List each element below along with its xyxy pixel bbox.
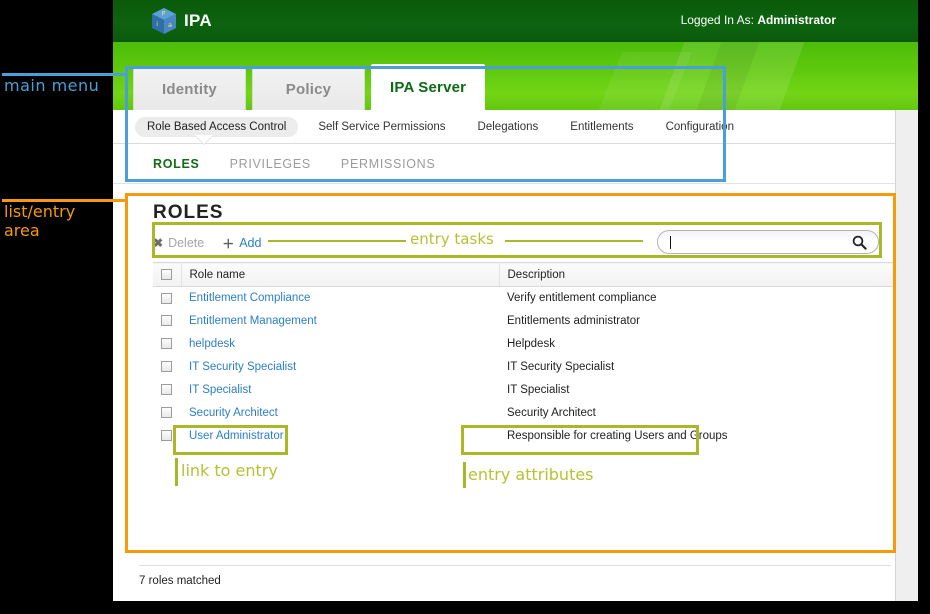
column-header-role-name[interactable]: Role name <box>181 262 500 287</box>
role-name-link[interactable]: IT Specialist <box>189 384 251 396</box>
subnav-item-role-based-access-control[interactable]: Role Based Access Control <box>135 116 299 137</box>
table-row: helpdesk Helpdesk <box>153 333 893 356</box>
content-area: Role Based Access Control Self Service P… <box>113 110 918 601</box>
row-select-cell[interactable] <box>153 379 181 402</box>
select-all-cell[interactable] <box>153 262 182 287</box>
tab-identity[interactable]: Identity <box>133 68 246 110</box>
tab-ipa-server[interactable]: IPA Server <box>371 64 486 110</box>
search-magnifier-icon[interactable] <box>852 235 867 255</box>
delete-button[interactable]: ✖ Delete <box>153 236 204 250</box>
table-row: User Administrator Responsible for creati… <box>153 425 893 448</box>
facet-permissions[interactable]: PERMISSIONS <box>341 157 436 171</box>
annotation-leader-main-menu <box>2 73 128 76</box>
row-checkbox[interactable] <box>161 292 172 304</box>
table-header-row: Role name Description <box>153 262 893 287</box>
row-select-cell[interactable] <box>153 402 181 425</box>
table-row: Entitlement Management Entitlements admin… <box>153 310 893 333</box>
subnav-item-configuration[interactable]: Configuration <box>654 117 746 137</box>
role-name-cell: IT Specialist <box>181 379 499 402</box>
svg-text:P: P <box>162 10 166 17</box>
role-name-link[interactable]: IT Security Specialist <box>189 361 296 373</box>
app-logo[interactable]: P i a IPA <box>151 7 212 35</box>
table-row: IT Security Specialist IT Security Specia… <box>153 356 893 379</box>
row-select-cell[interactable] <box>153 356 181 379</box>
facet-roles[interactable]: ROLES <box>153 157 200 171</box>
annotation-leader-list-entry-area <box>2 199 128 202</box>
subnav-selected-caret-icon <box>195 135 213 144</box>
search-text-caret <box>670 235 671 249</box>
row-checkbox[interactable] <box>161 338 172 350</box>
annotation-label-list-entry-area: list/entry area <box>4 202 75 240</box>
delete-x-icon: ✖ <box>153 236 164 250</box>
subnav-bar: Role Based Access Control Self Service P… <box>113 110 918 144</box>
table-row: IT Specialist IT Specialist <box>153 379 893 402</box>
subnav-item-self-service-permissions[interactable]: Self Service Permissions <box>306 117 457 137</box>
logged-in-label: Logged In As: <box>680 13 754 27</box>
table-row: Entitlement Compliance Verify entitlement… <box>153 287 893 310</box>
browser-window: P i a IPA Logged In As: Administrator Id… <box>113 0 918 601</box>
role-name-cell: IT Security Specialist <box>181 356 499 379</box>
add-plus-icon: ＋ <box>222 236 235 251</box>
logged-in-username[interactable]: Administrator <box>757 13 836 27</box>
select-all-checkbox[interactable] <box>161 268 172 280</box>
main-menu-tabs: Identity Policy IPA Server <box>133 58 486 110</box>
vertical-scrollbar[interactable] <box>895 110 918 601</box>
role-description-cell: Entitlements administrator <box>507 315 640 327</box>
row-select-cell[interactable] <box>153 333 181 356</box>
role-name-cell: helpdesk <box>181 333 499 356</box>
row-checkbox[interactable] <box>161 361 172 373</box>
entry-tasks-toolbar: ✖ Delete ＋ Add <box>153 228 893 258</box>
app-topbar: P i a IPA Logged In As: Administrator <box>113 0 918 42</box>
annotation-label-list-entry-line1: list/entry <box>4 202 76 221</box>
role-name-cell: User Administrator <box>181 425 499 448</box>
role-name-link[interactable]: helpdesk <box>189 338 235 350</box>
role-description-cell: IT Specialist <box>507 384 570 396</box>
role-name-cell: Entitlement Compliance <box>181 287 499 310</box>
search-input[interactable] <box>657 230 879 254</box>
add-button-label: Add <box>239 236 262 250</box>
row-select-cell[interactable] <box>153 310 181 333</box>
svg-text:i: i <box>156 20 158 28</box>
logged-in-status: Logged In As: Administrator <box>681 13 836 27</box>
app-logo-text: IPA <box>184 11 212 30</box>
subnav-item-entitlements[interactable]: Entitlements <box>558 117 645 137</box>
role-description-cell: Verify entitlement compliance <box>507 292 657 305</box>
annotation-label-main-menu: main menu <box>4 76 100 95</box>
facet-privileges[interactable]: PRIVILEGES <box>230 157 311 171</box>
role-name-link[interactable]: User Administrator <box>189 430 284 442</box>
role-name-cell: Entitlement Management <box>181 310 499 333</box>
delete-button-label: Delete <box>168 236 205 250</box>
role-description-cell: Security Architect <box>507 407 596 419</box>
role-description-cell: IT Security Specialist <box>507 361 615 373</box>
row-select-cell[interactable] <box>153 425 181 448</box>
row-select-cell[interactable] <box>153 287 181 310</box>
annotation-label-list-entry-line2: area <box>4 221 40 240</box>
subnav-item-delegations[interactable]: Delegations <box>466 117 551 137</box>
roles-table: Role name Description Entitlement Compli… <box>153 262 893 448</box>
table-row: Security Architect Security Architect <box>153 402 893 425</box>
column-header-description[interactable]: Description <box>499 262 893 287</box>
role-description-cell: Responsible for creating Users and Group… <box>507 430 728 442</box>
svg-text:a: a <box>168 21 172 29</box>
footer-separator <box>139 565 891 566</box>
status-count: 7 roles matched <box>139 575 221 587</box>
page-title: ROLES <box>153 202 224 223</box>
ipa-cube-logo-icon: P i a <box>151 7 177 35</box>
table-body: Entitlement Compliance Verify entitlement… <box>153 287 893 448</box>
tab-policy[interactable]: Policy <box>252 68 365 110</box>
add-button[interactable]: ＋ Add <box>222 235 261 252</box>
row-checkbox[interactable] <box>161 384 172 396</box>
role-description-cell: Helpdesk <box>507 338 555 350</box>
role-name-link[interactable]: Entitlement Compliance <box>189 292 310 304</box>
row-checkbox[interactable] <box>161 315 172 327</box>
role-name-link[interactable]: Security Architect <box>189 407 278 419</box>
screenshot-root: P i a IPA Logged In As: Administrator Id… <box>0 0 930 614</box>
role-name-link[interactable]: Entitlement Management <box>189 315 317 327</box>
facet-nav: ROLES PRIVILEGES PERMISSIONS <box>113 144 918 184</box>
row-checkbox[interactable] <box>161 430 172 442</box>
green-banner: Identity Policy IPA Server <box>113 42 918 110</box>
row-checkbox[interactable] <box>161 407 172 419</box>
role-name-cell: Security Architect <box>181 402 499 425</box>
